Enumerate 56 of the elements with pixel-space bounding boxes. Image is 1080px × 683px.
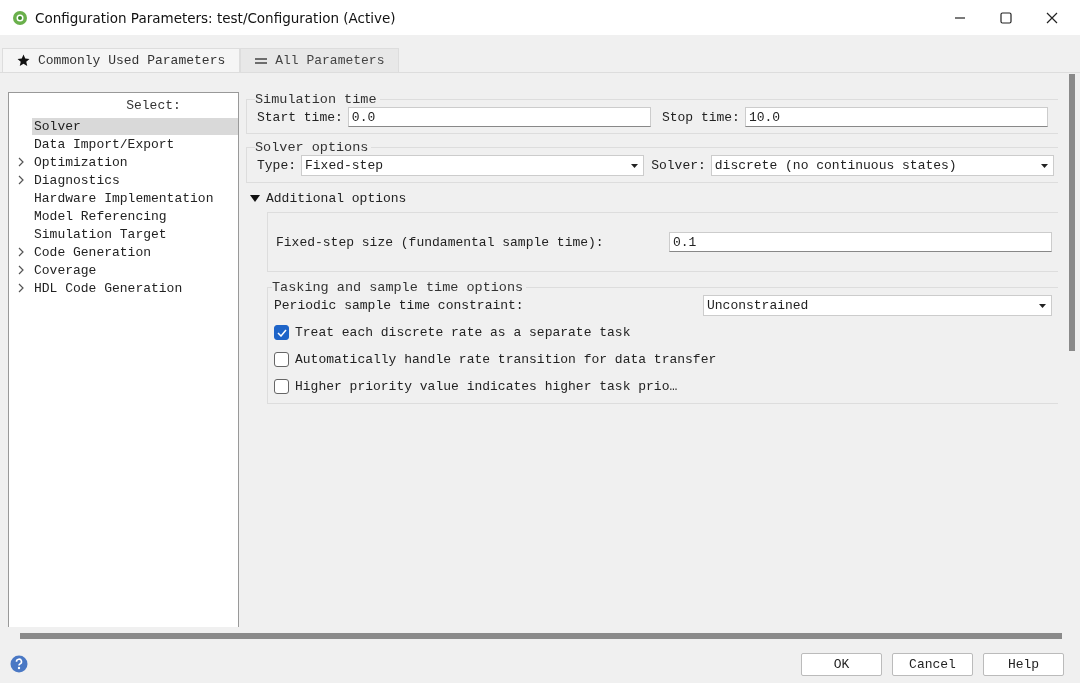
checkbox-label: Automatically handle rate transition for data transfer [295, 352, 717, 367]
dropdown[interactable]: Fixed-step [301, 155, 645, 176]
chevron-icon[interactable] [18, 265, 24, 275]
field-label: Type: [257, 158, 296, 173]
chevron-icon[interactable] [18, 247, 24, 257]
window-title: Configuration Parameters: test/Configuration (Active) [35, 9, 396, 26]
maximize-icon[interactable] [1000, 11, 1012, 24]
sidebar-heading: Select: [125, 99, 182, 115]
checkbox[interactable] [274, 379, 289, 394]
group-title: Simulation time [255, 92, 378, 107]
sidebar-item[interactable]: Hardware Implementation [32, 189, 238, 207]
section-title: Additional options [266, 191, 407, 206]
caret-icon [631, 163, 639, 168]
checkbox-label: Treat each discrete rate as a separate task [295, 325, 631, 340]
chevron-icon[interactable] [18, 283, 24, 293]
tab[interactable]: Commonly Used Parameters [2, 48, 241, 72]
vertical-scrollbar[interactable] [1069, 74, 1075, 351]
input-field[interactable]: 0.1 [669, 232, 1052, 252]
tab[interactable]: All Parameters [240, 48, 400, 72]
field-label: Stop time: [661, 109, 740, 125]
sidebar-item[interactable]: Solver [32, 117, 238, 135]
sidebar-item[interactable]: Data Import/Export [32, 135, 238, 153]
app-logo-icon [12, 9, 28, 26]
sidebar-item[interactable]: Code Generation [32, 243, 238, 261]
horizontal-scrollbar[interactable] [20, 633, 1062, 639]
group-title: Tasking and sample time options [272, 280, 525, 295]
checkbox[interactable] [274, 352, 289, 367]
sidebar-item[interactable]: Coverage [32, 261, 238, 279]
help-icon[interactable] [10, 655, 28, 673]
list-icon [255, 56, 268, 65]
star-icon [17, 54, 30, 67]
dropdown[interactable]: discrete (no continuous states) [710, 155, 1054, 176]
chevron-icon[interactable] [18, 157, 24, 167]
dialog-button[interactable]: Help [983, 652, 1064, 676]
sidebar-item[interactable]: Model Referencing [32, 207, 238, 225]
caret-icon [1041, 163, 1048, 168]
sidebar-item[interactable]: HDL Code Generation [32, 279, 238, 297]
close-icon[interactable] [1046, 11, 1058, 24]
checkbox-label: Higher priority value indicates higher task prio… [295, 379, 678, 394]
input-field[interactable]: 0.0 [347, 107, 651, 127]
sidebar-item[interactable]: Diagnostics [32, 171, 238, 189]
caret-icon [1039, 303, 1046, 308]
input-field[interactable]: 10.0 [744, 107, 1048, 127]
checkbox[interactable] [274, 325, 289, 340]
sidebar-item[interactable]: Optimization [32, 153, 238, 171]
chevron-icon[interactable] [18, 175, 24, 185]
dialog-button[interactable]: OK [801, 652, 882, 676]
field-label: Fixed-step size (fundamental sample time): [276, 234, 605, 250]
group-title: Solver options [255, 140, 370, 155]
dropdown[interactable]: Unconstrained [703, 295, 1052, 316]
sidebar-item[interactable]: Simulation Target [32, 225, 238, 243]
field-label: Solver: [651, 158, 706, 173]
field-label: Periodic sample time constraint: [274, 298, 525, 313]
field-label: Start time: [257, 109, 343, 125]
dialog-button[interactable]: Cancel [892, 652, 973, 676]
expand-triangle-icon[interactable] [250, 194, 260, 203]
